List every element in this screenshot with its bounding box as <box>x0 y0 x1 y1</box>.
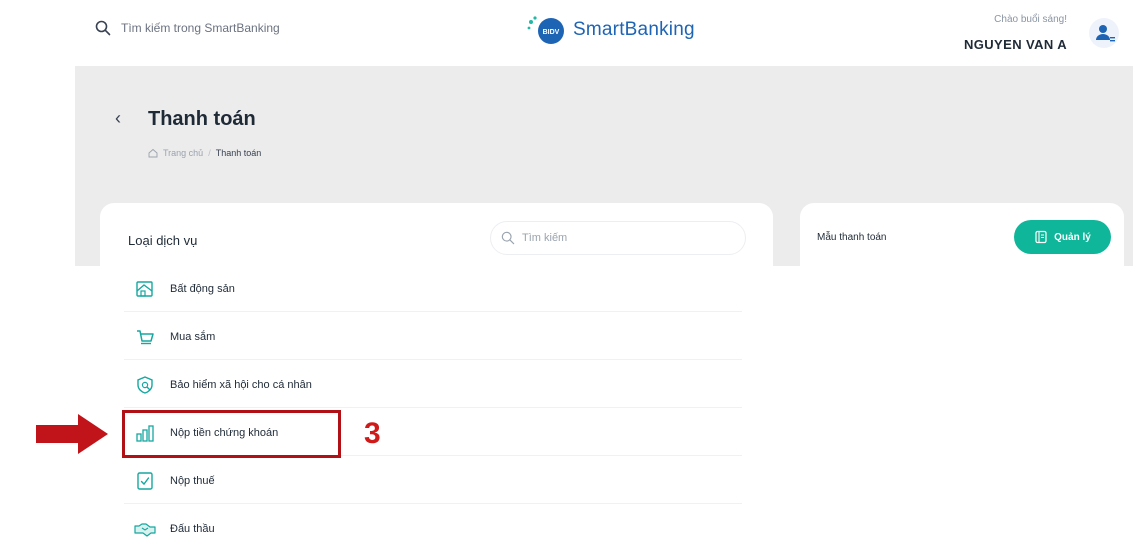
service-item-social-insurance[interactable]: Bảo hiểm xã hội cho cá nhân <box>124 363 742 408</box>
manage-button[interactable]: Quản lý <box>1014 220 1111 254</box>
greeting-text: Chào buổi sáng! <box>994 14 1067 25</box>
service-item-tax[interactable]: Nộp thuế <box>124 459 742 504</box>
global-search[interactable]: Tìm kiếm trong SmartBanking <box>95 20 280 36</box>
page-title: Thanh toán <box>148 108 256 130</box>
step-number: 3 <box>364 417 381 450</box>
search-icon <box>95 20 111 36</box>
manage-button-label: Quản lý <box>1054 231 1091 243</box>
insurance-icon <box>134 374 156 396</box>
service-search-input[interactable]: Tìm kiếm <box>490 221 746 255</box>
real-estate-icon <box>134 278 156 300</box>
tax-icon <box>134 470 156 492</box>
bidv-logo-icon: BIDV <box>527 16 564 44</box>
service-item-label: Mua sắm <box>170 331 216 343</box>
home-icon <box>148 148 158 158</box>
logo-text: SmartBanking <box>573 19 695 40</box>
service-item-bidding[interactable]: Đấu thầu <box>124 507 742 550</box>
page: Tìm kiếm trong SmartBanking BIDV SmartBa… <box>0 0 1133 550</box>
highlight-box <box>122 410 341 458</box>
top-header: Tìm kiếm trong SmartBanking BIDV SmartBa… <box>0 0 1133 66</box>
service-item-label: Bảo hiểm xã hội cho cá nhân <box>170 379 312 391</box>
breadcrumb-home[interactable]: Trang chủ <box>163 148 203 158</box>
shopping-cart-icon <box>134 326 156 348</box>
handshake-icon <box>134 518 156 540</box>
logo-badge-text: BIDV <box>543 29 560 36</box>
service-item-label: Bất động sản <box>170 283 235 295</box>
service-item-label: Nộp thuế <box>170 475 215 487</box>
user-name: NGUYEN VAN A <box>963 37 1067 52</box>
book-icon <box>1035 230 1047 244</box>
breadcrumb: Trang chủ / Thanh toán <box>148 148 261 158</box>
back-button[interactable]: ‹ <box>108 108 128 129</box>
search-icon <box>501 231 515 245</box>
user-avatar-icon[interactable] <box>1089 18 1119 48</box>
service-search-placeholder: Tìm kiếm <box>522 232 568 244</box>
payment-template-label: Mẫu thanh toán <box>817 232 887 243</box>
breadcrumb-separator: / <box>208 148 211 158</box>
red-arrow-icon <box>36 414 108 454</box>
service-type-label: Loại dịch vụ <box>128 233 198 248</box>
service-item-shopping[interactable]: Mua sắm <box>124 315 742 360</box>
breadcrumb-current: Thanh toán <box>215 148 262 158</box>
service-item-label: Đấu thầu <box>170 523 215 535</box>
global-search-placeholder: Tìm kiếm trong SmartBanking <box>121 21 280 35</box>
user-greeting: Chào buổi sáng! NGUYEN VAN A <box>964 14 1067 52</box>
service-item-real-estate[interactable]: Bất động sản <box>124 267 742 312</box>
smartbanking-logo[interactable]: BIDV SmartBanking <box>527 14 695 46</box>
